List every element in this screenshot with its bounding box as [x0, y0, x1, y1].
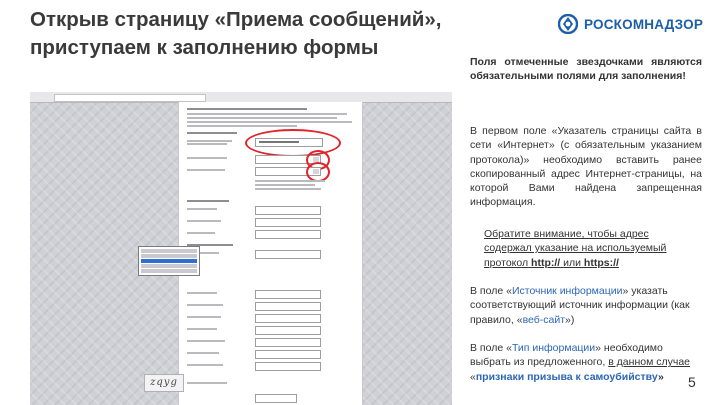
- field-label: [187, 140, 232, 142]
- form-input[interactable]: [255, 250, 321, 259]
- field-label: [187, 143, 227, 145]
- field-label: [187, 340, 225, 342]
- attention-or: или: [563, 256, 581, 269]
- url-field-instruction: В первом поле «Указатель страницы сайта …: [470, 125, 702, 209]
- field-label: [187, 328, 217, 330]
- captcha-input[interactable]: [255, 394, 297, 403]
- option-line: [255, 180, 325, 182]
- field-label: [187, 364, 223, 366]
- type-field-instruction: В поле «Тип информации» необходимо выбра…: [470, 341, 696, 384]
- slide-title: Открыв страницу «Приема сообщений», прис…: [30, 8, 442, 59]
- field-label: [187, 232, 215, 234]
- dropdown-option[interactable]: [141, 269, 197, 273]
- field-label: [187, 169, 225, 171]
- type-field-name: Тип информации: [511, 342, 596, 354]
- form-input[interactable]: [255, 338, 321, 347]
- captcha-image: zqyg: [144, 374, 184, 392]
- http-protocol: http://: [531, 256, 561, 269]
- option-line: [255, 188, 321, 190]
- form-intro-line: [187, 125, 297, 127]
- form-intro-line: [187, 117, 337, 119]
- type-text-a: В поле «: [470, 342, 512, 354]
- form-input[interactable]: [255, 326, 321, 335]
- dropdown-option-selected[interactable]: [141, 259, 197, 263]
- source-value: веб-сайт: [522, 313, 566, 326]
- type-text-d: в данном случае: [608, 356, 690, 369]
- form-input[interactable]: [255, 302, 321, 311]
- roskomnadzor-emblem-icon: [558, 14, 578, 34]
- https-protocol: https://: [583, 256, 619, 269]
- field-label: [187, 316, 221, 318]
- presentation-slide: Открыв страницу «Приема сообщений», прис…: [0, 0, 720, 405]
- report-form-page: [178, 102, 363, 405]
- page-number: 5: [688, 374, 696, 390]
- field-label: [187, 352, 219, 354]
- form-intro-line: [187, 121, 352, 123]
- field-label: [187, 208, 217, 210]
- information-type-dropdown-list: [138, 246, 200, 276]
- type-text-g: »: [657, 370, 664, 383]
- form-input[interactable]: [255, 206, 321, 215]
- field-label: [187, 382, 227, 384]
- roskomnadzor-logo: РОСКОМНАДЗОР: [558, 14, 703, 34]
- logo-text: РОСКОМНАДЗОР: [584, 16, 704, 32]
- form-input[interactable]: [255, 350, 321, 359]
- form-intro-line: [187, 113, 347, 115]
- field-label: [187, 304, 223, 306]
- source-text-a: В поле «: [470, 285, 512, 297]
- type-value: признаки призыва к самоубийству: [475, 370, 658, 383]
- option-line: [255, 184, 315, 186]
- field-label: [187, 220, 221, 222]
- form-input[interactable]: [255, 314, 321, 323]
- protocol-attention-note: Обратите внимание, чтобы адрес содержал …: [484, 227, 696, 270]
- required-fields-note: Поля отмеченные звездочками являются обя…: [470, 56, 702, 83]
- dropdown-option[interactable]: [141, 249, 197, 253]
- type-dropdown-highlight: [306, 162, 330, 182]
- section-label: [187, 200, 229, 202]
- section-label: [187, 132, 237, 134]
- browser-address-bar: [54, 94, 206, 102]
- form-screenshot: zqyg: [30, 92, 452, 405]
- form-input[interactable]: [255, 362, 321, 371]
- form-input[interactable]: [255, 230, 321, 239]
- form-input[interactable]: [255, 218, 321, 227]
- source-text-e: »): [565, 313, 575, 326]
- dropdown-option[interactable]: [141, 264, 197, 268]
- source-field-name: Источник информации: [511, 285, 623, 297]
- form-input[interactable]: [255, 290, 321, 299]
- source-field-instruction: В поле «Источник информации» указать соо…: [470, 284, 702, 327]
- dropdown-option[interactable]: [141, 254, 197, 258]
- form-header-line: [187, 108, 307, 110]
- field-label: [187, 292, 217, 294]
- field-label: [187, 157, 227, 159]
